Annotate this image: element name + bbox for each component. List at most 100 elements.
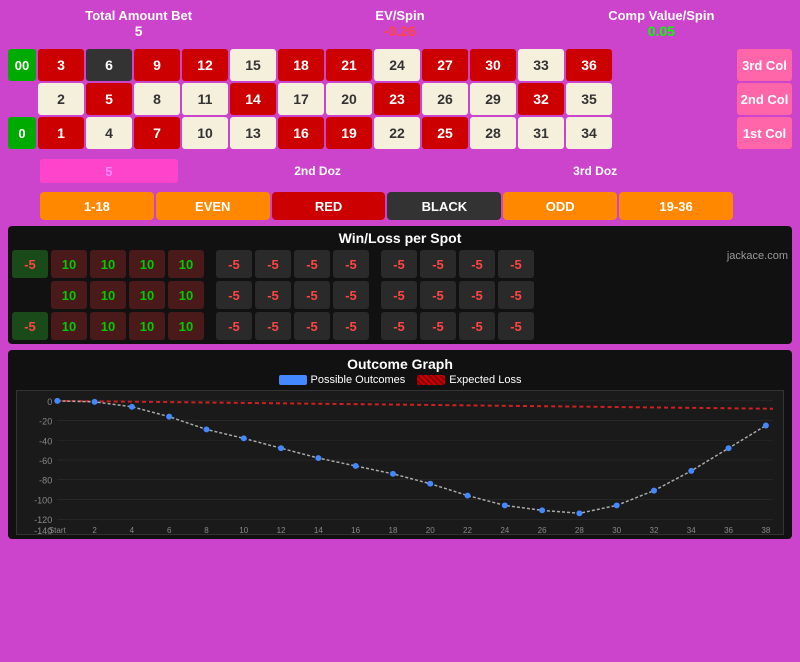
legend-possible-box: [279, 375, 307, 385]
third-col-label[interactable]: 3rd Col: [737, 49, 792, 81]
cell-35[interactable]: 35: [566, 83, 612, 115]
wl-row-1: 10 10 10 10 -5 -5 -5 -5 -5 -5 -5 -5: [51, 250, 724, 278]
cell-8[interactable]: 8: [134, 83, 180, 115]
wl-r2c11: -5: [459, 281, 495, 309]
ev-spin-label: EV/Spin: [269, 8, 530, 23]
cell-21[interactable]: 21: [326, 49, 372, 81]
cell-27[interactable]: 27: [422, 49, 468, 81]
cell-24[interactable]: 24: [374, 49, 420, 81]
grid-row-3: 1 4 7 10 13 16 19 22 25 28 31 34: [38, 117, 735, 149]
wl-r3c10: -5: [420, 312, 456, 340]
bet-1-18[interactable]: 1-18: [40, 192, 154, 220]
bet-red[interactable]: RED: [272, 192, 386, 220]
cell-6[interactable]: 6: [86, 49, 132, 81]
wl-r2c1: 10: [51, 281, 87, 309]
bet-even[interactable]: EVEN: [156, 192, 270, 220]
column-labels: 3rd Col 2nd Col 1st Col: [737, 49, 792, 149]
total-bet-label: Total Amount Bet: [8, 8, 269, 23]
first-col-label[interactable]: 1st Col: [737, 117, 792, 149]
grid-row-2: 2 5 8 11 14 17 20 23 26 29 32 35: [38, 83, 735, 115]
svg-text:20: 20: [426, 526, 436, 534]
cell-12[interactable]: 12: [182, 49, 228, 81]
cell-15[interactable]: 15: [230, 49, 276, 81]
svg-text:-60: -60: [39, 456, 52, 466]
svg-text:14: 14: [314, 526, 324, 534]
wl-r3c3: 10: [129, 312, 165, 340]
bet-black[interactable]: BLACK: [387, 192, 501, 220]
svg-text:26: 26: [538, 526, 548, 534]
svg-text:28: 28: [575, 526, 585, 534]
first-dozen[interactable]: 5: [40, 159, 178, 183]
main-container: Total Amount Bet 5 EV/Spin -0.26 Comp Va…: [0, 0, 800, 547]
cell-5[interactable]: 5: [86, 83, 132, 115]
wl-r2c10: -5: [420, 281, 456, 309]
bet-odd[interactable]: ODD: [503, 192, 617, 220]
legend-expected-box: [417, 375, 445, 385]
comp-value-block: Comp Value/Spin 0.05: [531, 8, 792, 39]
third-dozen[interactable]: 3rd Doz: [457, 159, 733, 183]
svg-text:10: 10: [239, 526, 249, 534]
cell-10[interactable]: 10: [182, 117, 228, 149]
cell-36[interactable]: 36: [566, 49, 612, 81]
cell-17[interactable]: 17: [278, 83, 324, 115]
second-col-label[interactable]: 2nd Col: [737, 83, 792, 115]
cell-26[interactable]: 26: [422, 83, 468, 115]
graph-section: Outcome Graph Possible Outcomes Expected…: [8, 350, 792, 539]
cell-23[interactable]: 23: [374, 83, 420, 115]
cell-4[interactable]: 4: [86, 117, 132, 149]
cell-31[interactable]: 31: [518, 117, 564, 149]
cell-7[interactable]: 7: [134, 117, 180, 149]
cell-28[interactable]: 28: [470, 117, 516, 149]
svg-text:24: 24: [500, 526, 510, 534]
single-zero[interactable]: 0: [8, 117, 36, 149]
double-zero[interactable]: 00: [8, 49, 36, 81]
wl-r3c4: 10: [168, 312, 204, 340]
cell-19[interactable]: 19: [326, 117, 372, 149]
cell-1[interactable]: 1: [38, 117, 84, 149]
comp-value-value: 0.05: [531, 23, 792, 39]
ev-spin-value: -0.26: [269, 23, 530, 39]
wl-r2c6: -5: [255, 281, 291, 309]
cell-16[interactable]: 16: [278, 117, 324, 149]
cell-11[interactable]: 11: [182, 83, 228, 115]
total-bet-value: 5: [8, 23, 269, 39]
wl-r1c12: -5: [498, 250, 534, 278]
svg-text:8: 8: [204, 526, 209, 534]
cell-9[interactable]: 9: [134, 49, 180, 81]
number-grid: 3 6 9 12 15 18 21 24 27 30 33 36 2 5 8 1…: [38, 49, 735, 149]
cell-18[interactable]: 18: [278, 49, 324, 81]
svg-text:34: 34: [687, 526, 697, 534]
svg-text:4: 4: [130, 526, 135, 534]
svg-text:0: 0: [47, 397, 52, 407]
outside-bets-row: 1-18 EVEN RED BLACK ODD 19-36: [8, 192, 792, 220]
cell-30[interactable]: 30: [470, 49, 516, 81]
cell-2[interactable]: 2: [38, 83, 84, 115]
second-dozen[interactable]: 2nd Doz: [180, 159, 456, 183]
winloss-left-col: -5 -5: [12, 250, 48, 340]
bet-19-36[interactable]: 19-36: [619, 192, 733, 220]
wl-r3c12: -5: [498, 312, 534, 340]
winloss-section: Win/Loss per Spot -5 -5 10 10 10 10 -5 -…: [8, 226, 792, 344]
cell-25[interactable]: 25: [422, 117, 468, 149]
winloss-grid: -5 -5 10 10 10 10 -5 -5 -5 -5 -5: [12, 250, 788, 340]
wl-r3c5: -5: [216, 312, 252, 340]
wl-left-bot: -5: [12, 312, 48, 340]
svg-text:-120: -120: [34, 515, 52, 525]
wl-r2c8: -5: [333, 281, 369, 309]
cell-14[interactable]: 14: [230, 83, 276, 115]
cell-20[interactable]: 20: [326, 83, 372, 115]
wl-r3c9: -5: [381, 312, 417, 340]
cell-34[interactable]: 34: [566, 117, 612, 149]
cell-32[interactable]: 32: [518, 83, 564, 115]
svg-text:-40: -40: [39, 436, 52, 446]
cell-13[interactable]: 13: [230, 117, 276, 149]
cell-29[interactable]: 29: [470, 83, 516, 115]
dozen-row: 5 2nd Doz 3rd Doz: [8, 159, 792, 183]
cell-3[interactable]: 3: [38, 49, 84, 81]
wl-left-top: -5: [12, 250, 48, 278]
wl-r3c1: 10: [51, 312, 87, 340]
graph-container: 0 -20 -40 -60 -80 -100 -120 -140: [16, 390, 784, 535]
cell-33[interactable]: 33: [518, 49, 564, 81]
legend-possible-label: Possible Outcomes: [311, 374, 406, 386]
cell-22[interactable]: 22: [374, 117, 420, 149]
